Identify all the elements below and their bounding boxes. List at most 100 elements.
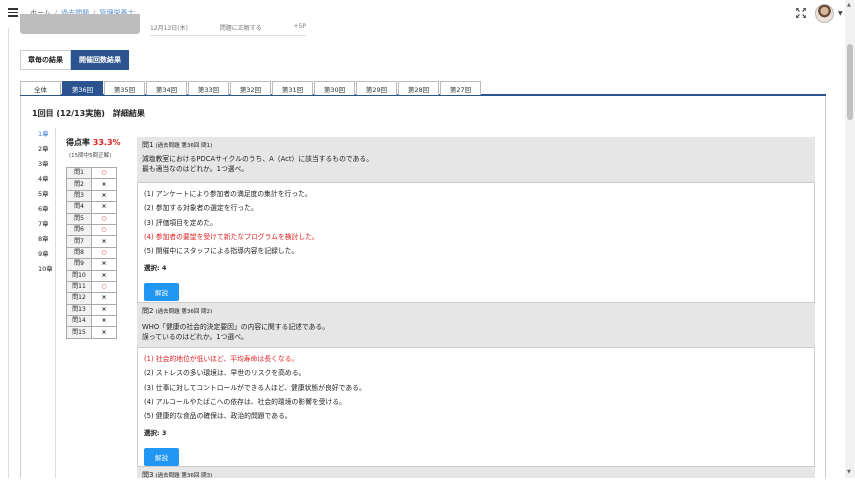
question-card-2: 問2 (過去問題 第36回 問2) WHO「健康の社会的決定要因」の内容に関する記… — [137, 303, 815, 467]
question-text: 減塩教室におけるPDCAサイクルのうち、A（Act）に該当するものである。 最も… — [142, 155, 809, 174]
result-mark: × — [91, 315, 117, 328]
result-mark: ○ — [91, 212, 117, 225]
history-date: 12月13日(木) — [150, 25, 188, 32]
table-row: 問9 × — [66, 258, 117, 271]
score-table: 問1 ○ 問2 × 問3 × 問4 × 問5 ○ 問6 ○ 問7 × 問8 ○ 問9 × 問10 ×… — [66, 166, 117, 339]
question-number[interactable]: 問15 — [66, 326, 92, 339]
table-row: 問11 ○ — [66, 280, 117, 294]
chapter-link-7[interactable]: 7章 — [30, 220, 54, 235]
score-subtext: (15問中5問正解) — [69, 153, 112, 159]
question-card-1: 問1 (過去問題 第36回 問1) 減塩教室におけるPDCAサイクルのうち、A（A… — [137, 137, 815, 303]
scroll-thumb[interactable] — [847, 44, 853, 120]
tab-35[interactable]: 第35回 — [104, 81, 145, 95]
chapter-link-1[interactable]: 1章 — [30, 130, 54, 145]
history-points: +5P — [293, 23, 306, 30]
answer-options: (1) 社会的地位が低いほど、平均寿命は長くなる。 (2) ストレスの多い環境は… — [137, 347, 815, 467]
result-mark: × — [91, 303, 117, 317]
question-number: 問1 — [142, 141, 154, 149]
table-row: 問3 × — [66, 189, 117, 203]
question-line: WHO「健康の社会的決定要因」の内容に関する記述である。 — [142, 323, 330, 331]
result-mark: × — [91, 258, 117, 271]
history-desc: 問題に正解する — [219, 25, 262, 32]
session-results-button[interactable]: 開催回数結果 — [71, 50, 129, 70]
question-number[interactable]: 問11 — [66, 280, 92, 294]
question-number[interactable]: 問1 — [66, 166, 92, 180]
option-1: (1) アンケートにより参加者の満足度の集計を行った。 — [144, 190, 312, 198]
result-mark: × — [91, 189, 117, 203]
question-source: (過去問題 第36回 問1) — [155, 143, 213, 149]
fullscreen-icon[interactable] — [796, 8, 806, 18]
user-selection: 選択: 3 — [144, 429, 167, 438]
option-1-correct: (1) 社会的地位が低いほど、平均寿命は長くなる。 — [144, 355, 299, 363]
table-row: 問12 × — [66, 292, 117, 305]
left-rail-divider — [8, 28, 9, 478]
question-number[interactable]: 問7 — [66, 235, 92, 248]
tab-27[interactable]: 第27回 — [440, 81, 481, 95]
option-5: (5) 開催中にスタッフによる指導内容を記録した。 — [144, 247, 299, 256]
question-card-3: 問3 (過去問題 第36回 問3) — [137, 467, 815, 479]
scroll-up-icon[interactable]: ▲ — [847, 2, 851, 8]
chapter-link-4[interactable]: 4章 — [30, 175, 54, 190]
chevron-down-icon[interactable]: ▼ — [838, 10, 843, 17]
hamburger-menu-icon[interactable] — [8, 8, 18, 17]
result-mark: ○ — [91, 246, 117, 260]
user-selection: 選択: 4 — [144, 264, 167, 273]
tab-31[interactable]: 第31回 — [272, 81, 313, 95]
table-row: 問10 × — [66, 269, 117, 282]
chapter-link-2[interactable]: 2章 — [30, 145, 54, 160]
chapter-link-9[interactable]: 9章 — [30, 250, 54, 265]
tab-36[interactable]: 第36回 — [62, 81, 103, 95]
page-scrollbar[interactable]: ▲ ▼ — [845, 0, 855, 478]
result-mark: × — [91, 235, 117, 248]
question-source: (過去問題 第36回 問3) — [155, 473, 213, 479]
question-number[interactable]: 問13 — [66, 303, 92, 317]
option-4: (4) アルコールやたばこへの依存は、社会的環境の影響を受ける。 — [144, 397, 346, 406]
chapter-link-5[interactable]: 5章 — [30, 190, 54, 205]
question-line: 最も適当なのはどれか。1つ選べ。 — [142, 164, 249, 173]
chapter-link-6[interactable]: 6章 — [30, 205, 54, 220]
points-history-row: 12月13日(木) 問題に正解する +5P — [150, 23, 306, 36]
chapter-divider — [55, 128, 56, 478]
question-number[interactable]: 問10 — [66, 269, 92, 282]
table-row: 問8 ○ — [66, 246, 117, 260]
question-line: 誤っているのはどれか。1つ選べ。 — [142, 332, 248, 341]
question-number[interactable]: 問12 — [66, 292, 92, 305]
score-percent: 33.3% — [92, 138, 121, 147]
tab-33[interactable]: 第33回 — [188, 81, 229, 95]
explanation-button[interactable]: 解説 — [144, 283, 179, 302]
question-text: WHO「健康の社会的決定要因」の内容に関する記述である。 誤っているのはどれか。… — [142, 323, 809, 342]
question-number[interactable]: 問6 — [66, 223, 92, 237]
chapter-link-3[interactable]: 3章 — [30, 160, 54, 175]
question-number[interactable]: 問2 — [66, 178, 92, 191]
question-number[interactable]: 問9 — [66, 258, 92, 271]
table-row: 問1 ○ — [66, 166, 117, 180]
user-avatar[interactable] — [815, 4, 834, 23]
chapter-nav: 1章 2章 3章 4章 5章 6章 7章 8章 9章 10章 — [30, 130, 54, 280]
option-5: (5) 健康的な食品の確保は、政治的問題である。 — [144, 412, 292, 421]
scroll-down-icon[interactable]: ▼ — [847, 469, 851, 475]
tab-34[interactable]: 第34回 — [146, 81, 187, 95]
table-row: 問6 ○ — [66, 223, 117, 237]
question-number[interactable]: 問5 — [66, 212, 92, 225]
option-3: (3) 仕事に対してコントロールができる人ほど、健康状態が良好である。 — [144, 383, 366, 392]
exam-session-tabs: 全体 第36回 第35回 第34回 第33回 第32回 第31回 第30回 第2… — [20, 81, 826, 96]
tab-29[interactable]: 第29回 — [356, 81, 397, 95]
question-number[interactable]: 問14 — [66, 315, 92, 328]
explanation-button[interactable]: 解説 — [144, 448, 179, 467]
chapter-results-button[interactable]: 章毎の結果 — [20, 50, 71, 70]
tab-30[interactable]: 第30回 — [314, 81, 355, 95]
question-number[interactable]: 問8 — [66, 246, 92, 260]
result-mark: × — [91, 269, 117, 282]
tab-28[interactable]: 第28回 — [398, 81, 439, 95]
tab-32[interactable]: 第32回 — [230, 81, 271, 95]
chapter-link-8[interactable]: 8章 — [30, 235, 54, 250]
score-rate: 得点率 33.3% — [66, 137, 121, 148]
profile-card-bottom — [20, 14, 140, 34]
result-mark: ○ — [91, 280, 117, 294]
question-number[interactable]: 問3 — [66, 189, 92, 203]
tab-all[interactable]: 全体 — [20, 81, 61, 95]
result-mark: ○ — [91, 223, 117, 237]
chapter-link-10[interactable]: 10章 — [30, 265, 54, 280]
result-mark: × — [91, 292, 117, 305]
question-number[interactable]: 問4 — [66, 201, 92, 214]
